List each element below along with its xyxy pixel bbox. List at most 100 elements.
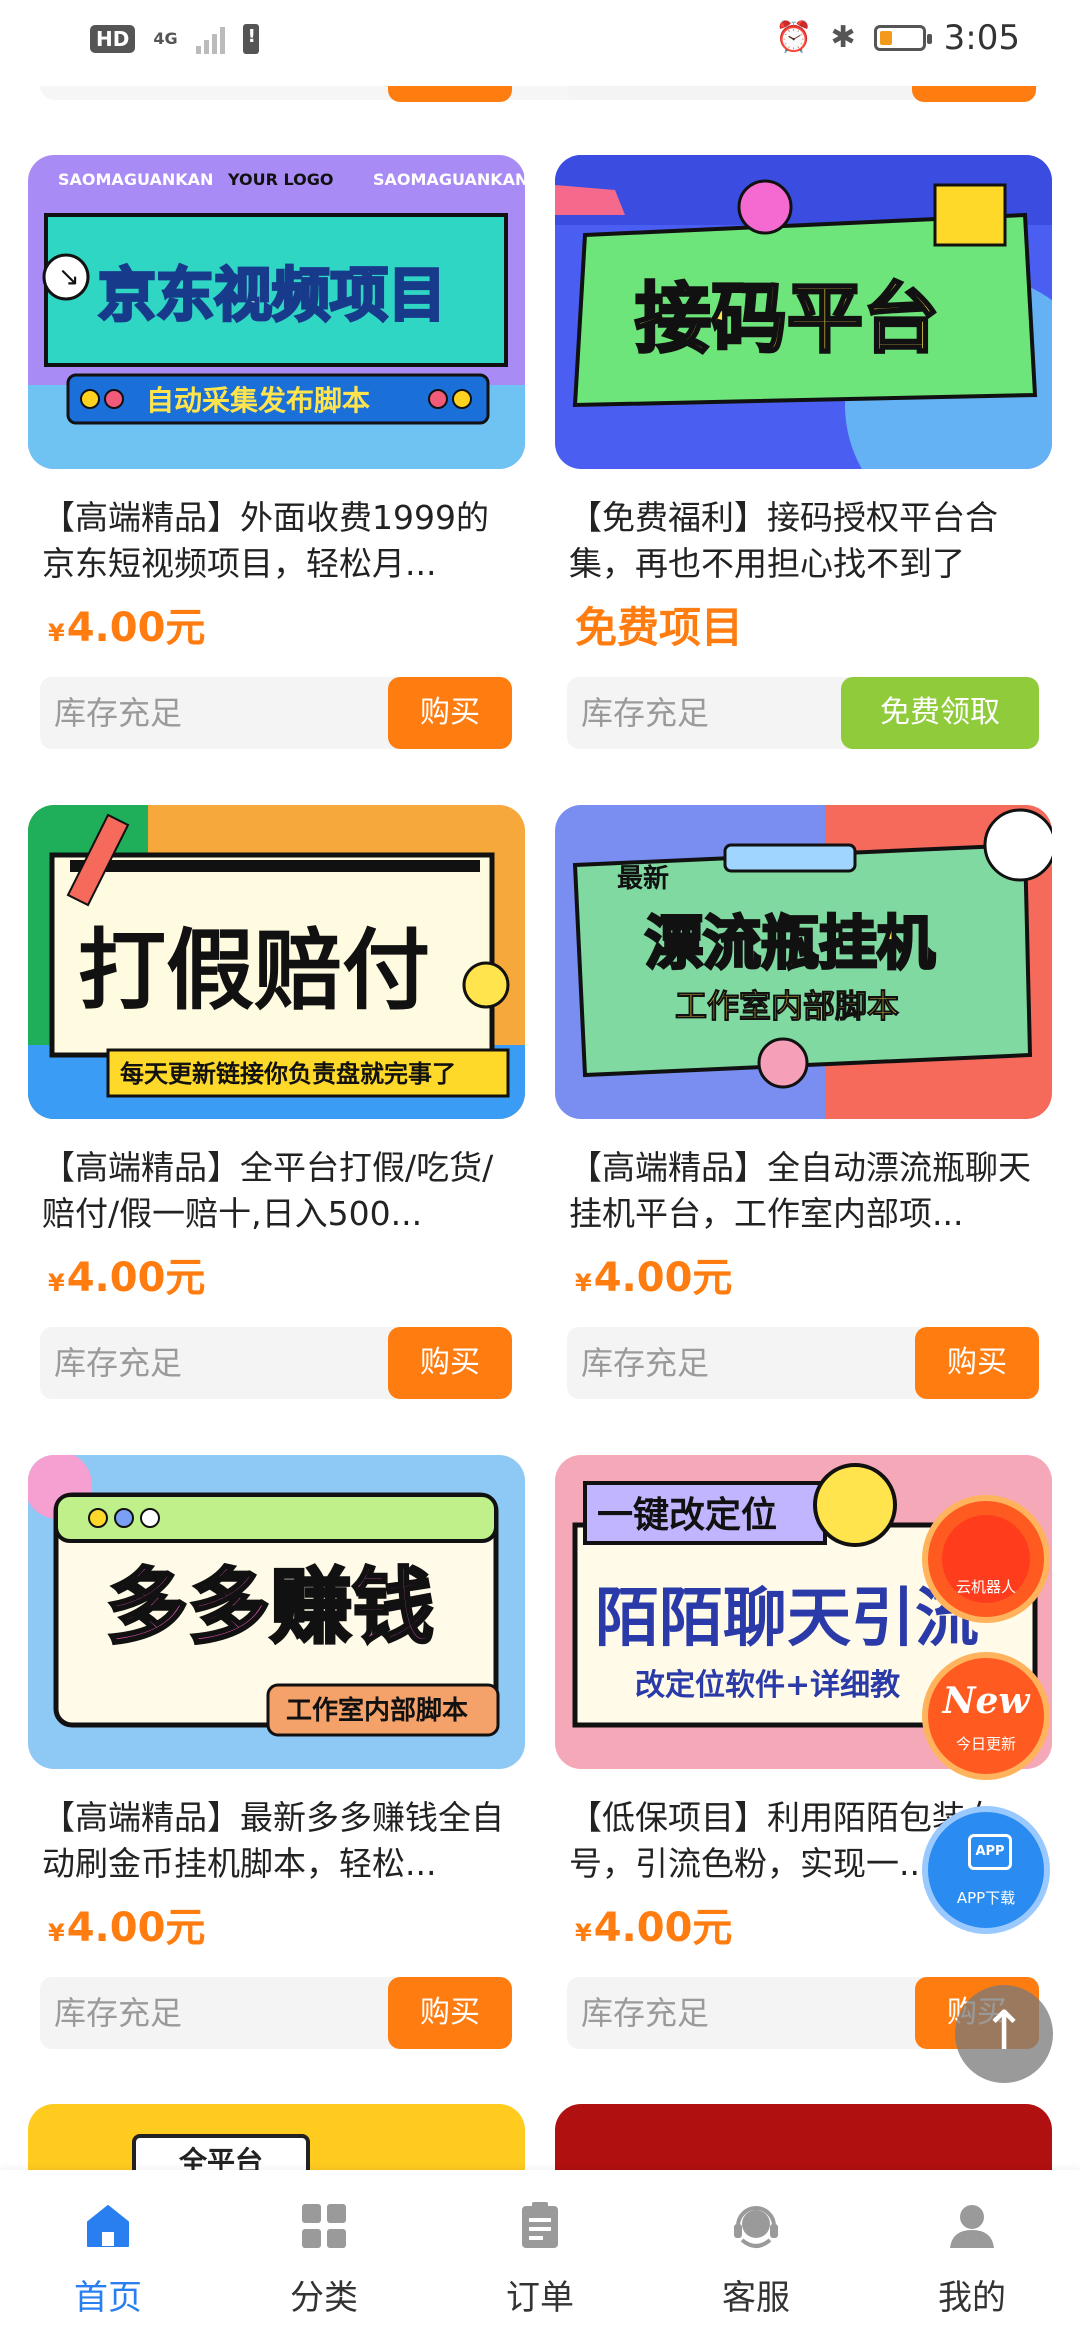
- product-title[interactable]: 【高端精品】最新多多赚钱全自动刷金币挂机脚本，轻松...: [42, 1795, 511, 1887]
- banner-tag: 最新: [617, 863, 669, 894]
- product-thumbnail-partial[interactable]: [555, 2104, 1052, 2170]
- alarm-icon: ⏰: [775, 20, 813, 55]
- price-value: 4.00元: [66, 1255, 206, 1301]
- stock-status: 库存充足: [581, 1344, 710, 1382]
- next-row-partial: 全平台: [28, 2104, 1052, 2170]
- banner-headline: 多多赚钱: [106, 1560, 434, 1655]
- stock-action-row: 库存充足 购买: [40, 1327, 512, 1399]
- today-update-button[interactable]: New 今日更新: [922, 1652, 1050, 1780]
- price-value: 4.00元: [593, 1255, 733, 1301]
- product-price: ¥4.00元: [48, 1901, 525, 1955]
- buy-button[interactable]: 购买: [915, 1327, 1039, 1399]
- app-icon: APP: [968, 1834, 1012, 1870]
- banner-tag: 一键改定位: [597, 1495, 777, 1536]
- currency-symbol: ¥: [575, 1919, 592, 1947]
- stock-status: 库存充足: [54, 1344, 183, 1382]
- buy-button[interactable]: 购买: [388, 1977, 512, 2049]
- banner-logo: YOUR LOGO: [227, 170, 333, 189]
- price-value: 4.00元: [593, 1905, 733, 1951]
- currency-symbol: ¥: [575, 1269, 592, 1297]
- banner-sub: 工作室内部脚本: [675, 987, 899, 1025]
- sim-alert-icon: [242, 24, 259, 54]
- cloud-robot-button[interactable]: 云机器人: [922, 1495, 1050, 1623]
- product-price: ¥4.00元: [575, 1251, 1052, 1305]
- stock-status: 库存充足: [581, 694, 710, 732]
- user-icon: [950, 2205, 994, 2248]
- tab-home[interactable]: 首页: [38, 2170, 178, 2340]
- tab-service[interactable]: 客服: [686, 2170, 826, 2340]
- product-title[interactable]: 【高端精品】全平台打假/吃货/赔付/假一赔十,日入500...: [42, 1145, 511, 1237]
- price-value: 4.00元: [66, 605, 206, 651]
- stock-status: 库存充足: [54, 694, 183, 732]
- stock-status: 库存充足: [581, 1994, 710, 2032]
- headset-icon: [734, 2206, 778, 2248]
- product-thumbnail[interactable]: 多多赚钱 工作室内部脚本: [28, 1455, 525, 1769]
- tab-label: 分类: [290, 2278, 358, 2318]
- tab-label: 我的: [938, 2278, 1006, 2318]
- robot-label: 云机器人: [955, 1578, 1016, 1596]
- tab-orders[interactable]: 订单: [470, 2170, 610, 2340]
- product-price: ¥4.00元: [48, 1251, 525, 1305]
- status-left: HD 4G: [90, 24, 259, 54]
- stock-action-row: 库存充足 免费领取: [567, 677, 1039, 749]
- product-title[interactable]: 【高端精品】外面收费1999的京东短视频项目，轻松月...: [42, 495, 511, 587]
- today-update-label: 今日更新: [955, 1735, 1016, 1753]
- banner-sub: 每天更新链接你负责盘就完事了: [120, 1060, 456, 1088]
- product-card[interactable]: ↘ SAOMAGUANKAN YOUR LOGO SAOMAGUANKAN 京东…: [28, 155, 525, 805]
- banner-headline: 漂流瓶挂机: [645, 909, 935, 977]
- banner-headline: 京东视频项目: [98, 261, 446, 329]
- svg-text:↘: ↘: [58, 262, 80, 292]
- hd-badge: HD: [90, 25, 136, 53]
- back-to-top-button[interactable]: ↑: [955, 1985, 1053, 2083]
- grid-icon: [302, 2204, 346, 2248]
- battery-icon: [873, 25, 932, 51]
- banner-headline: 打假赔付: [78, 919, 430, 1022]
- currency-symbol: ¥: [48, 1919, 65, 1947]
- banner-sub: 改定位软件+详细教: [635, 1668, 900, 1703]
- stock-action-row: 库存充足 购买: [567, 1327, 1039, 1399]
- free-claim-button[interactable]: 免费领取: [841, 677, 1039, 749]
- banner-sub: 自动采集发布脚本: [146, 384, 370, 417]
- app-download-button[interactable]: APP APP下载: [922, 1806, 1050, 1934]
- product-card[interactable]: 打假赔付 每天更新链接你负责盘就完事了 【高端精品】全平台打假/吃货/赔付/假一…: [28, 805, 525, 1455]
- tab-label: 首页: [74, 2278, 142, 2318]
- new-icon: New: [942, 1680, 1030, 1722]
- product-thumbnail[interactable]: 打假赔付 每天更新链接你负责盘就完事了: [28, 805, 525, 1119]
- currency-symbol: ¥: [48, 1269, 65, 1297]
- tab-me[interactable]: 我的: [902, 2170, 1042, 2340]
- bluetooth-icon: ✱: [830, 20, 856, 55]
- tab-label: 订单: [506, 2278, 574, 2318]
- banner-tag: SAOMAGUANKAN: [58, 170, 213, 189]
- bottom-tab-bar: 首页 分类 订单 客服 我的: [0, 2170, 1080, 2340]
- product-card[interactable]: 接码平台 【免费福利】接码授权平台合集，再也不用担心找不到了 免费项目 库存充足…: [555, 155, 1052, 805]
- price-value: 4.00元: [66, 1905, 206, 1951]
- banner-tag: 全平台: [132, 2134, 310, 2170]
- arrow-up-icon: ↑: [981, 1999, 1027, 2062]
- signal-icon: [195, 24, 225, 54]
- currency-symbol: ¥: [48, 619, 65, 647]
- product-card[interactable]: 多多赚钱 工作室内部脚本 【高端精品】最新多多赚钱全自动刷金币挂机脚本，轻松..…: [28, 1455, 525, 2105]
- product-thumbnail[interactable]: ↘ SAOMAGUANKAN YOUR LOGO SAOMAGUANKAN 京东…: [28, 155, 525, 469]
- banner-headline: 陌陌聊天引流: [595, 1582, 979, 1656]
- product-title[interactable]: 【高端精品】全自动漂流瓶聊天挂机平台，工作室内部项...: [569, 1145, 1038, 1237]
- product-price: ¥4.00元: [48, 601, 525, 655]
- product-thumbnail[interactable]: 最新 漂流瓶挂机 工作室内部脚本: [555, 805, 1052, 1119]
- product-thumbnail[interactable]: 接码平台: [555, 155, 1052, 469]
- banner-headline: 接码平台: [635, 274, 939, 363]
- stock-action-row: 库存充足 购买: [40, 1977, 512, 2049]
- home-icon: [87, 2205, 129, 2247]
- buy-button[interactable]: 购买: [388, 677, 512, 749]
- tab-category[interactable]: 分类: [254, 2170, 394, 2340]
- product-card[interactable]: 最新 漂流瓶挂机 工作室内部脚本 【高端精品】全自动漂流瓶聊天挂机平台，工作室内…: [555, 805, 1052, 1455]
- clock: 3:05: [943, 18, 1020, 58]
- product-title[interactable]: 【免费福利】接码授权平台合集，再也不用担心找不到了: [569, 495, 1038, 587]
- banner-sub: 工作室内部脚本: [286, 1695, 468, 1726]
- tab-label: 客服: [722, 2278, 790, 2318]
- product-price: 免费项目: [575, 603, 744, 652]
- buy-button[interactable]: 购买: [388, 1327, 512, 1399]
- app-download-label: APP下载: [956, 1889, 1016, 1907]
- product-thumbnail-partial[interactable]: 全平台: [28, 2104, 525, 2170]
- clipboard-icon: [522, 2202, 558, 2248]
- status-right: ⏰ ✱ 3:05: [775, 18, 1020, 58]
- svg-text:SAOMAGUANKAN: SAOMAGUANKAN: [373, 170, 525, 189]
